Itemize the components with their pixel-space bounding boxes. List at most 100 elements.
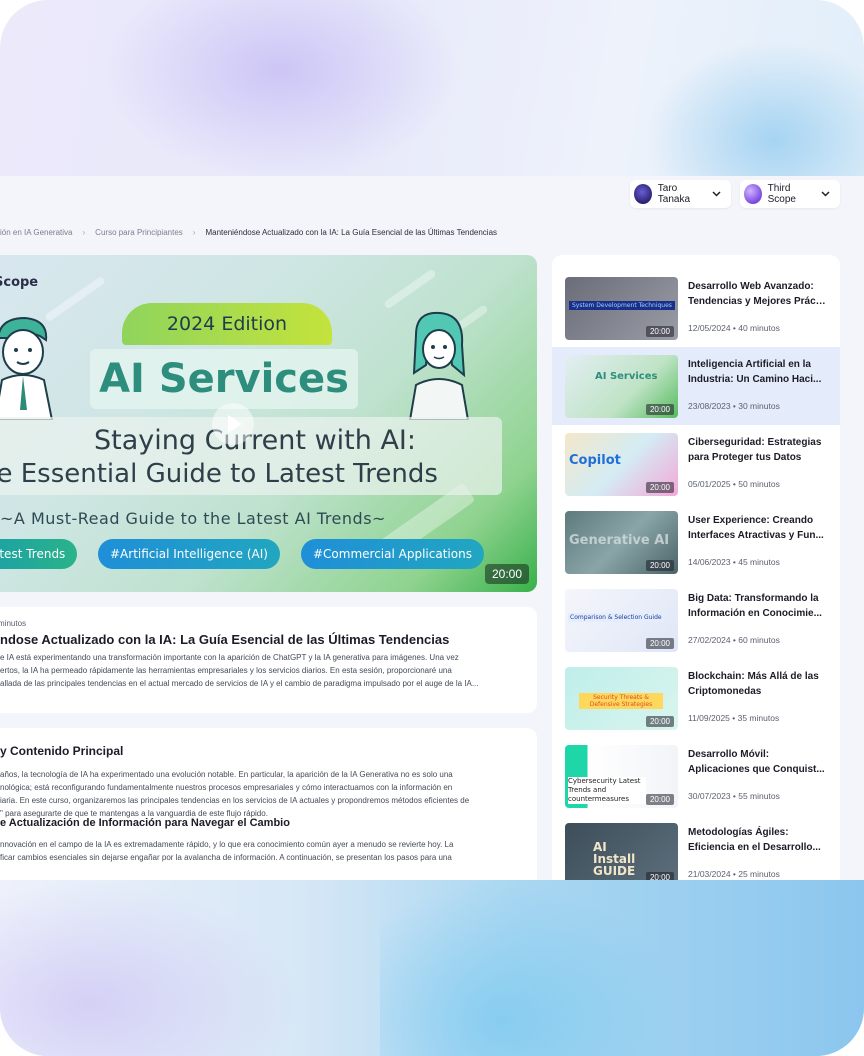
title-line: Big Data: Transformando la xyxy=(688,593,819,604)
title-line: User Experience: Creando xyxy=(688,515,814,526)
title-line: para Proteger tus Datos xyxy=(688,452,802,463)
section-paragraph: años, la tecnología de IA ha experimenta… xyxy=(0,768,530,820)
thumbnail-duration: 20:00 xyxy=(645,560,674,571)
video-duration: 20:00 xyxy=(484,564,529,584)
related-video-item[interactable]: Copilot 20:00 Ciberseguridad: Estrategia… xyxy=(552,425,840,497)
video-info-card: minutos ndose Actualizado con la IA: La … xyxy=(0,607,537,713)
thumbnail-duration: 20:00 xyxy=(645,872,674,880)
section-heading: e Actualización de Información para Nave… xyxy=(0,817,290,829)
decorative-stripe xyxy=(383,268,437,310)
title-line: Información en Conocimie... xyxy=(688,608,822,619)
content-card: y Contenido Principal años, la tecnologí… xyxy=(0,728,537,880)
related-video-title: Ciberseguridad: Estrategias para Protege… xyxy=(688,435,828,465)
thumbnail-duration: 20:00 xyxy=(645,326,674,337)
thumbnail-text: Security Threats & Defensive Strategies xyxy=(579,693,663,709)
thumbnail-duration: 20:00 xyxy=(645,638,674,649)
device-frame: Taro Tanaka Third Scope ión en IA Genera… xyxy=(0,0,864,1056)
thumbnail-text: AI Services xyxy=(595,371,658,382)
thumbnail-text: Copilot xyxy=(569,453,621,468)
character-illustration xyxy=(408,311,470,420)
video-tag: #Artificial Intelligence (AI) xyxy=(98,539,280,569)
related-video-item[interactable]: AI Install GUIDE 20:00 Metodologías Ágil… xyxy=(552,815,840,880)
avatar xyxy=(744,184,762,204)
breadcrumb-item[interactable]: Curso para Principiantes xyxy=(95,228,183,242)
chevron-down-icon xyxy=(821,189,830,199)
title-line: Desarrollo Web Avanzado: xyxy=(688,281,814,292)
title-line: Criptomonedas xyxy=(688,686,762,697)
related-video-title: Desarrollo Web Avanzado: Tendencias y Me… xyxy=(688,279,828,309)
ai-services-thumbnail: AI Services 20:00 xyxy=(565,355,678,418)
related-video-item[interactable]: Generative AI 20:00 User Experience: Cre… xyxy=(552,503,840,575)
title-line: Ciberseguridad: Estrategias xyxy=(688,437,822,448)
title-line: Desarrollo Móvil: xyxy=(688,749,770,760)
paragraph-line: nnovación en el campo de la IA es extrem… xyxy=(0,840,454,849)
thumbnail-duration: 20:00 xyxy=(645,794,674,805)
related-video-meta: 21/03/2024 • 25 minutos xyxy=(688,869,780,879)
top-bar: Taro Tanaka Third Scope xyxy=(0,176,864,216)
edition-badge: 2024 Edition xyxy=(122,303,332,345)
mobile-framework-thumbnail: Comparison & Selection Guide 20:00 xyxy=(565,589,678,652)
thumbnail-duration: 20:00 xyxy=(645,716,674,727)
thumbnail-text: Cybersecurity Latest Trends and counterm… xyxy=(568,777,646,804)
related-video-title: Metodologías Ágiles: Eficiencia en el De… xyxy=(688,825,828,855)
copilot-thumbnail: Copilot 20:00 xyxy=(565,433,678,496)
paragraph-line: ficar cambios esenciales sin dejarse eng… xyxy=(0,853,452,862)
related-video-item[interactable]: Cybersecurity Latest Trends and counterm… xyxy=(552,737,840,809)
section-heading: y Contenido Principal xyxy=(0,744,124,758)
app-window: Taro Tanaka Third Scope ión en IA Genera… xyxy=(0,176,864,880)
related-video-title: User Experience: Creando Interfaces Atra… xyxy=(688,513,828,543)
video-player[interactable]: Scope 2024 Edition AI Services Sta xyxy=(0,255,537,592)
secure-coding-thumbnail: Security Threats & Defensive Strategies … xyxy=(565,667,678,730)
video-tag: atest Trends xyxy=(0,539,78,569)
video-title: ndose Actualizado con la IA: La Guía Ese… xyxy=(0,632,450,647)
play-icon[interactable] xyxy=(212,403,254,445)
user-menu-taro[interactable]: Taro Tanaka xyxy=(630,180,731,208)
background-glow xyxy=(380,880,680,1056)
thumbnail-text: Comparison & Selection Guide xyxy=(568,613,664,622)
section-paragraph: nnovación en el campo de la IA es extrem… xyxy=(0,838,530,864)
paragraph-line: iaria. En este curso, organizaremos las … xyxy=(0,796,470,805)
title-line: Aplicaciones que Conquist... xyxy=(688,764,825,775)
background-glow xyxy=(100,0,460,180)
related-video-item[interactable]: Security Threats & Defensive Strategies … xyxy=(552,659,840,731)
system-development-thumbnail: System Development Techniques 20:00 xyxy=(565,277,678,340)
video-headline: AI Services xyxy=(90,349,358,409)
video-tagline: ~A Must-Read Guide to the Latest AI Tren… xyxy=(0,509,386,528)
related-video-title: Big Data: Transformando la Información e… xyxy=(688,591,828,621)
related-video-title: Desarrollo Móvil: Aplicaciones que Conqu… xyxy=(688,747,828,777)
title-line: Inteligencia Artificial en la xyxy=(688,359,811,370)
title-line: Eficiencia en el Desarrollo... xyxy=(688,842,821,853)
paragraph-line: años, la tecnología de IA ha experimenta… xyxy=(0,770,453,779)
breadcrumb-item[interactable]: ión en IA Generativa xyxy=(0,228,73,242)
avatar xyxy=(634,184,652,204)
title-line: Tendencias y Mejores Prácti... xyxy=(688,296,828,307)
ai-install-thumbnail: AI Install GUIDE 20:00 xyxy=(565,823,678,880)
description-line: e IA está experimentando una transformac… xyxy=(0,653,459,662)
related-video-item[interactable]: AI Services 20:00 Inteligencia Artificia… xyxy=(552,347,840,425)
related-video-meta: 14/06/2023 • 45 minutos xyxy=(688,557,780,567)
related-video-meta: 30/07/2023 • 55 minutos xyxy=(688,791,780,801)
organization-menu[interactable]: Third Scope xyxy=(740,180,840,208)
user-name: Taro Tanaka xyxy=(657,183,691,205)
organization-name: Third Scope xyxy=(767,183,796,205)
video-subtitle: he Essential Guide to Latest Trends xyxy=(0,459,438,489)
related-video-item[interactable]: Comparison & Selection Guide 20:00 Big D… xyxy=(552,581,840,653)
breadcrumb-separator-icon: › xyxy=(192,228,196,237)
thumbnail-text: AI Install GUIDE xyxy=(593,840,636,878)
related-videos-sidebar: System Development Techniques 20:00 Desa… xyxy=(552,255,840,880)
related-video-meta: 11/09/2025 • 35 minutos xyxy=(688,713,780,723)
related-video-meta: 23/08/2023 • 30 minutos xyxy=(688,401,780,411)
video-meta: minutos xyxy=(0,619,27,628)
video-tag: #Commercial Applications xyxy=(301,539,484,569)
cybersecurity-thumbnail: Cybersecurity Latest Trends and counterm… xyxy=(565,745,678,808)
related-video-title: Blockchain: Más Allá de las Criptomoneda… xyxy=(688,669,828,699)
breadcrumb-separator-icon: › xyxy=(82,228,86,237)
video-description: e IA está experimentando una transformac… xyxy=(0,651,530,690)
related-video-meta: 12/05/2024 • 40 minutos xyxy=(688,323,780,333)
title-line: Industria: Un Camino Haci... xyxy=(688,374,822,385)
thumbnail-duration: 20:00 xyxy=(645,482,674,493)
related-video-item[interactable]: System Development Techniques 20:00 Desa… xyxy=(552,269,840,341)
description-line: allada de las principales tendencias en … xyxy=(0,679,479,688)
thumbnail-text: Generative AI xyxy=(569,533,670,548)
related-video-meta: 05/01/2025 • 50 minutos xyxy=(688,479,780,489)
